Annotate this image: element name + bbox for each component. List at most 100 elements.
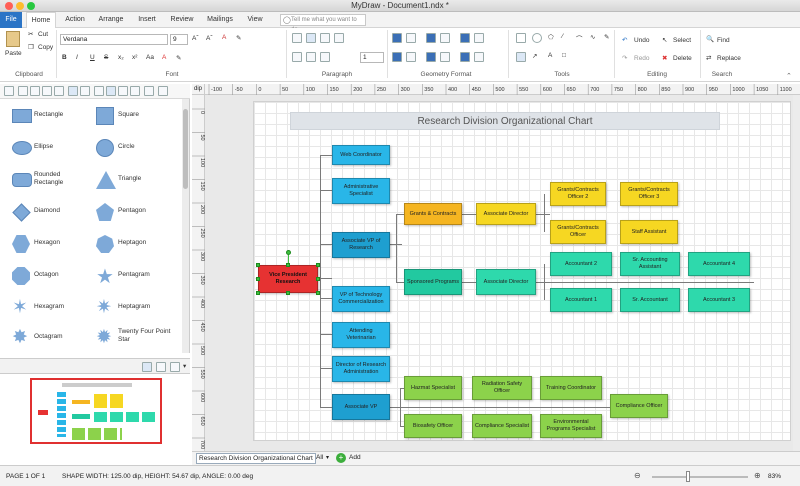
justify-icon[interactable] [334,33,344,43]
save-icon[interactable] [4,86,14,96]
shape-hexagon[interactable]: Hexagon [4,231,90,259]
expand-icon[interactable] [130,86,140,96]
text-color-icon[interactable]: A [222,34,226,41]
add-sheet-button[interactable]: Add [349,454,361,461]
bold-icon[interactable]: B [62,54,67,61]
org-node-compliance-officer[interactable]: Compliance Officer [610,394,668,418]
fill-icon[interactable] [392,33,402,43]
undo-button[interactable]: Undo [634,37,650,44]
org-node-attending-veterinarian[interactable]: Attending Veterinarian [332,322,390,348]
resize-handle[interactable] [286,263,290,267]
pan-zoom-icon[interactable] [142,362,152,372]
org-node-grants-contracts-officer-3[interactable]: Grants/Contracts Officer 3 [620,182,678,206]
org-node-administrative-specialist[interactable]: Administrative Specialist [332,178,390,204]
shape-rectangle[interactable]: Rectangle [4,103,90,131]
resize-handle[interactable] [256,277,260,281]
tab-view[interactable]: View [244,12,266,28]
gear-icon[interactable] [474,33,484,43]
open-icon[interactable] [30,86,40,96]
org-node-staff-assistant[interactable]: Staff Assistant [620,220,678,244]
tab-review[interactable]: Review [168,12,196,28]
ellipse-tool-icon[interactable] [532,33,542,43]
gear-icon[interactable] [440,52,450,62]
align-icon[interactable] [94,86,104,96]
align-center-icon[interactable] [306,33,316,43]
shape-hexagram[interactable]: ✶ Hexagram [4,295,90,323]
zoom-out-icon[interactable]: ⊖ [634,471,641,480]
shape-twenty-four-point-star[interactable]: ✹ Twenty Four Point Star [88,325,174,353]
replace-icon[interactable]: ⇄ [706,54,711,62]
org-node-sponsored-programs[interactable]: Sponsored Programs [404,269,462,295]
tab-arrange[interactable]: Arrange [96,12,126,28]
align-bottom-icon[interactable] [320,52,330,62]
connector-tool-icon[interactable]: ↗ [532,52,537,60]
org-node-accountant-4[interactable]: Accountant 4 [688,252,750,276]
undo-icon[interactable]: ↶ [622,36,627,44]
org-node-compliance-specialist[interactable]: Compliance Specialist [472,414,532,438]
tab-action[interactable]: Action [60,12,90,28]
underline-icon[interactable]: U [90,54,95,61]
format-painter-icon[interactable]: ✎ [236,34,241,42]
shape-heptagon[interactable]: Heptagon [88,231,174,259]
select-button[interactable]: Select [673,37,691,44]
drawing-page[interactable]: Research Division Organizational Chart V… [253,101,791,441]
scissors-icon[interactable]: ✂ [28,30,33,38]
polygon-tool-icon[interactable]: ⬠ [548,33,554,41]
tab-file[interactable]: File [0,12,22,28]
shape-triangle[interactable]: Triangle [88,167,174,195]
gear-icon[interactable] [440,33,450,43]
chart-title-banner[interactable]: Research Division Organizational Chart [290,112,720,130]
resize-handle[interactable] [256,263,260,267]
org-node-associate-director-1[interactable]: Associate Director [476,203,536,225]
tab-insert[interactable]: Insert [134,12,160,28]
org-node-grants-contracts[interactable]: Grants & Contracts [404,203,462,225]
line-tool-icon[interactable]: ∕ [562,33,563,40]
font-size-select[interactable]: 9 [170,34,188,45]
org-node-sr-accountant[interactable]: Sr. Accountant [620,288,680,312]
redo-button[interactable]: Redo [634,55,650,62]
grid-view-icon[interactable] [80,86,90,96]
org-node-sr-accounting-assistant[interactable]: Sr. Accounting Assistant [620,252,680,276]
redo-icon[interactable]: ↷ [622,54,627,62]
font-color-icon[interactable]: A [162,54,166,61]
find-icon[interactable]: 🔍 [706,35,714,43]
dropdown-icon[interactable]: ▾ [183,362,186,370]
curve-tool-icon[interactable]: ∿ [590,33,595,41]
highlight-icon[interactable]: ✎ [176,54,181,62]
org-node-accountant-2[interactable]: Accountant 2 [550,252,612,276]
shape-octagram[interactable]: ✸ Octagram [4,325,90,353]
style-icon[interactable] [460,52,470,62]
add-icon[interactable]: + [336,453,346,463]
zoom-slider-thumb[interactable] [686,471,690,482]
cut-button[interactable]: Cut [38,31,48,38]
shape-rounded-rectangle[interactable]: Rounded Rectangle [4,167,90,195]
replace-button[interactable]: Replace [717,55,741,62]
org-node-training-coordinator[interactable]: Training Coordinator [540,376,602,400]
zoom-in-icon[interactable]: ⊕ [754,471,761,480]
italic-icon[interactable]: I [76,54,78,61]
canvas-scrollbar[interactable] [793,95,800,451]
copy-icon[interactable]: ❐ [28,43,34,51]
shape-ellipse[interactable]: Ellipse [4,135,90,163]
paste-button[interactable]: Paste [5,50,22,57]
org-node-web-coordinator[interactable]: Web Coordinator [332,145,390,165]
align-middle-icon[interactable] [306,52,316,62]
shape-diamond[interactable]: Diamond [4,199,90,227]
gear-icon[interactable] [406,33,416,43]
shape-circle[interactable]: Circle [88,135,174,163]
resize-handle[interactable] [316,263,320,267]
copy-icon[interactable] [42,86,52,96]
library-icon[interactable] [144,86,154,96]
delete-button[interactable]: Delete [673,55,692,62]
font-family-select[interactable]: Verdana [60,34,168,45]
tab-home[interactable]: Home [26,12,56,28]
delete-icon[interactable]: ✖ [662,54,667,62]
resize-handle[interactable] [316,291,320,295]
shapes-scrollbar[interactable] [182,99,189,353]
shape-square[interactable]: Square [88,103,174,131]
strikethrough-icon[interactable]: S [104,54,108,61]
sheet-tab-active[interactable]: Research Division Organizational Chart [196,453,316,464]
resize-handle[interactable] [316,277,320,281]
new-icon[interactable] [18,86,28,96]
gear-icon[interactable] [406,52,416,62]
